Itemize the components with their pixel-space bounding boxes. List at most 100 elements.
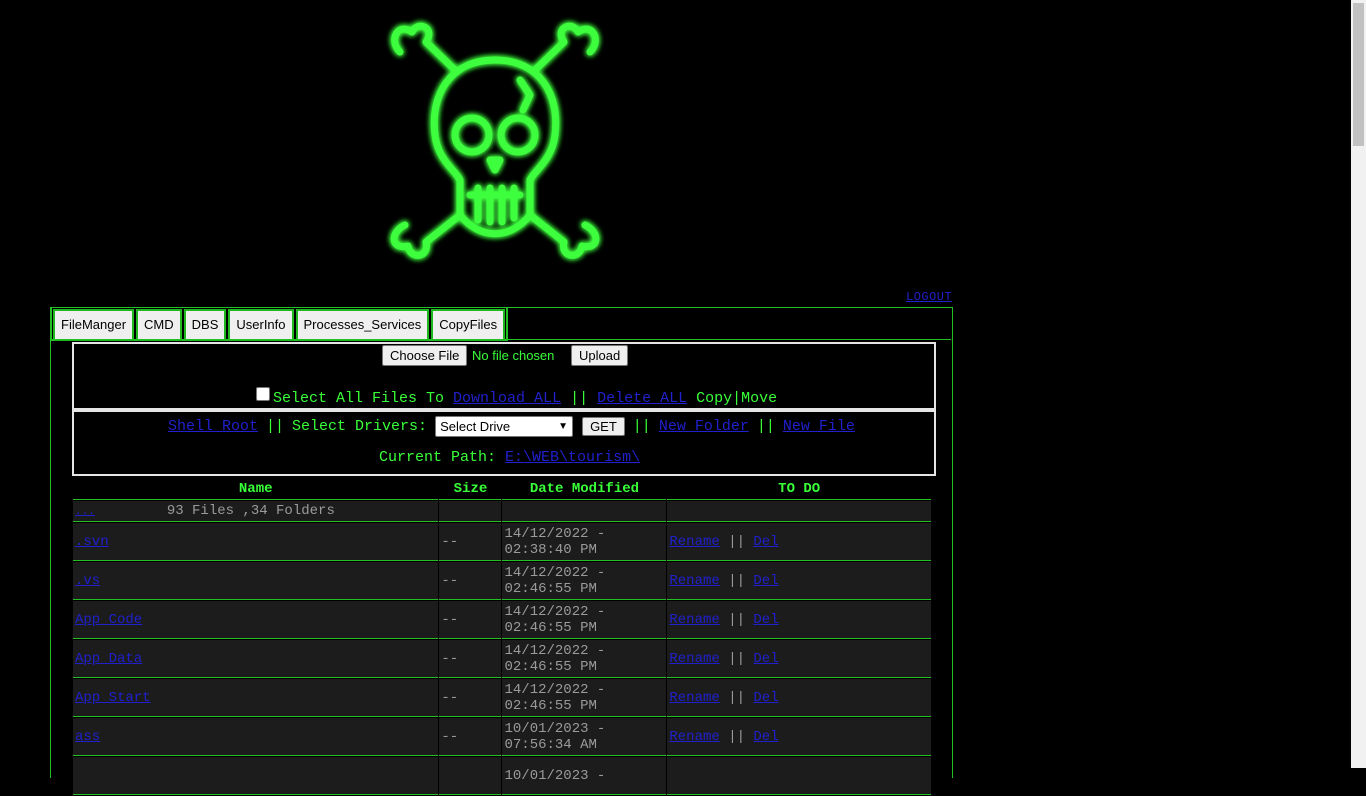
todo-cell: Rename || Del [667,523,931,561]
col-todo-header: TO DO [667,478,931,500]
get-button[interactable]: GET [582,417,625,436]
delete-link[interactable]: Del [753,690,778,706]
table-row: ass -- 10/01/2023 - 07:56:34 AM Rename || D… [73,718,931,756]
separator: || [728,533,745,550]
current-path-link[interactable]: E:\WEB\tourism\ [505,449,640,466]
todo-cell: Rename || Del [667,679,931,717]
file-name-link[interactable]: ass [75,729,100,745]
table-header-row: Name Size Date Modified TO DO [73,478,931,500]
todo-cell: Rename || Del [667,601,931,639]
parent-cell: ... 93 Files ,34 Folders [73,501,439,522]
delete-link[interactable]: Del [753,534,778,550]
rename-link[interactable]: Rename [669,690,719,706]
date-cell: 14/12/2022 - 02:46:55 PM [502,640,667,678]
table-row: .svn -- 14/12/2022 - 02:38:40 PM Rename || … [73,523,931,561]
table-row-parent: ... 93 Files ,34 Folders [73,501,931,522]
date-cell: 14/12/2022 - 02:38:40 PM [502,523,667,561]
tab-dbs[interactable]: DBS [183,309,227,341]
choose-file-button[interactable]: Choose File [382,345,468,366]
size-cell: -- [439,523,502,561]
tab-bar: FileManger CMD DBS UserInfo Processes_Se… [51,307,509,341]
name-cell: .svn [73,523,439,561]
col-size-header[interactable]: Size [439,478,502,500]
file-name-link[interactable]: App_Start [75,690,151,706]
new-file-link[interactable]: New File [783,418,855,435]
rename-link[interactable]: Rename [669,729,719,745]
shell-root-link[interactable]: Shell Root [168,418,258,435]
separator: || [728,689,745,706]
separator: || [728,611,745,628]
tab-copyfiles[interactable]: CopyFiles [431,309,506,341]
separator: || [728,728,745,745]
delete-link[interactable]: Del [753,612,778,628]
delete-link[interactable]: Del [753,651,778,667]
name-cell: App_Data [73,640,439,678]
table-row: App_Code -- 14/12/2022 - 02:46:55 PM Rename… [73,601,931,639]
upload-panel: Choose File No file chosen Upload Select… [72,342,936,410]
download-all-link[interactable]: Download ALL [453,390,561,407]
chevron-down-icon: ▼ [558,421,569,432]
file-name-link[interactable]: App_Data [75,651,142,667]
file-name-link[interactable]: .vs [75,573,100,589]
size-cell: -- [439,562,502,600]
separator: || [570,390,589,407]
separator: || [728,650,745,667]
size-cell: -- [439,601,502,639]
new-folder-link[interactable]: New Folder [659,418,749,435]
rename-link[interactable]: Rename [669,651,719,667]
date-cell: 10/01/2023 - [502,757,667,795]
name-cell: ass [73,718,439,756]
date-cell: 14/12/2022 - 02:46:55 PM [502,601,667,639]
name-cell [73,757,439,795]
copy-move-label[interactable]: Copy|Move [696,390,777,407]
todo-cell: Rename || Del [667,562,931,600]
file-name-link[interactable]: App_Code [75,612,142,628]
drives-panel: Shell Root || Select Drivers: Select Dri… [72,410,936,476]
select-all-checkbox[interactable] [256,387,270,401]
delete-all-link[interactable]: Delete ALL [597,390,687,407]
no-file-label: No file chosen [472,348,555,363]
current-path-label: Current Path: [379,449,497,466]
cell [439,501,502,522]
table-row: App_Data -- 14/12/2022 - 02:46:55 PM Rename… [73,640,931,678]
scrollbar-thumb[interactable] [1353,3,1364,146]
rename-link[interactable]: Rename [669,534,719,550]
name-cell: App_Start [73,679,439,717]
rename-link[interactable]: Rename [669,573,719,589]
table-row: App_Start -- 14/12/2022 - 02:46:55 PM Renam… [73,679,931,717]
todo-cell [667,757,931,795]
drive-select[interactable]: Select Drive ▼ [435,416,574,437]
date-cell: 14/12/2022 - 02:46:55 PM [502,679,667,717]
tab-filemanager[interactable]: FileManger [53,309,135,341]
rename-link[interactable]: Rename [669,612,719,628]
upload-button[interactable]: Upload [571,345,629,366]
todo-cell: Rename || Del [667,640,931,678]
parent-dir-link[interactable]: ... [75,506,95,518]
current-path-row: Current Path: E:\WEB\tourism\ [379,449,640,466]
logout-link[interactable]: LOGOUT [906,290,952,304]
size-cell: -- [439,640,502,678]
tab-divider [50,339,951,340]
tab-processes-services[interactable]: Processes_Services [295,309,430,341]
col-name-header[interactable]: Name [73,478,439,500]
tab-cmd[interactable]: CMD [136,309,182,341]
delete-link[interactable]: Del [753,573,778,589]
todo-cell: Rename || Del [667,718,931,756]
name-cell: .vs [73,562,439,600]
select-drivers-label: Select Drivers: [292,418,428,435]
summary-label: 93 Files ,34 Folders [166,503,335,519]
files-table: Name Size Date Modified TO DO ... 93 File… [72,477,932,796]
cell [502,501,667,522]
cell [667,501,931,522]
col-date-header[interactable]: Date Modified [502,478,667,500]
separator: || [266,418,285,435]
vertical-scrollbar[interactable] [1351,0,1366,768]
size-cell: -- [439,679,502,717]
table-row: .vs -- 14/12/2022 - 02:46:55 PM Rename || D… [73,562,931,600]
delete-link[interactable]: Del [753,729,778,745]
tab-userinfo[interactable]: UserInfo [228,309,294,341]
size-cell [439,757,502,795]
drive-select-value: Select Drive [440,419,511,434]
separator: || [728,572,745,589]
file-name-link[interactable]: .svn [75,534,109,550]
